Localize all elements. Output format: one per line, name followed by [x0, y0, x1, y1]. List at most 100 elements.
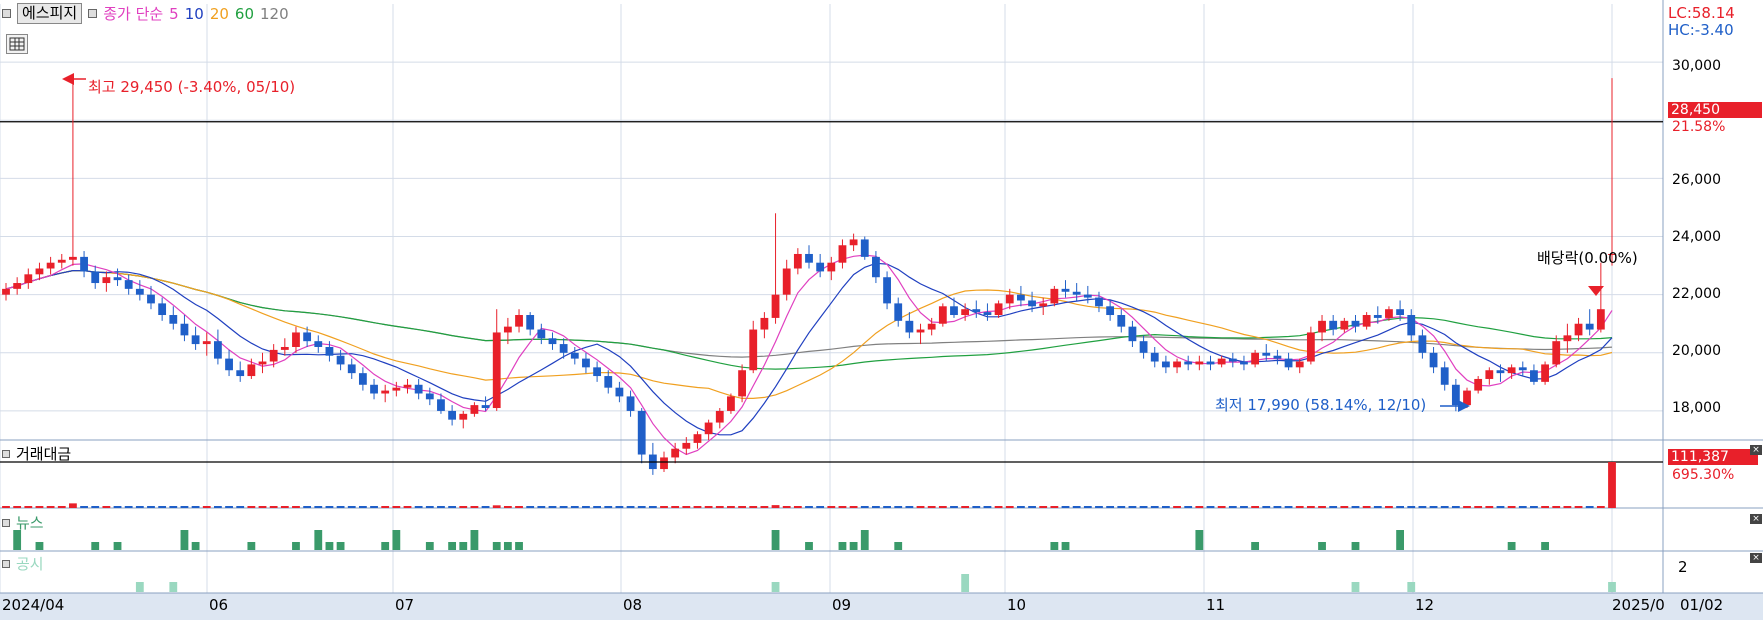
candle-body	[1585, 323, 1594, 330]
volume-bar	[392, 506, 401, 508]
volume-bar	[1251, 506, 1260, 508]
price-tick-30000: 30,000	[1672, 58, 1721, 74]
volume-bar	[325, 506, 334, 508]
volume-bar	[1061, 506, 1070, 508]
news-panel-close-icon[interactable]: ×	[1750, 514, 1762, 524]
volume-bar	[704, 506, 713, 508]
candle-body	[492, 332, 501, 409]
ma-period-5: 5	[169, 4, 179, 23]
volume-current-change: 695.30%	[1672, 467, 1735, 483]
x-label-11: 11	[1206, 596, 1226, 614]
volume-bar	[816, 506, 825, 508]
candle-body	[247, 364, 256, 377]
candle-body	[1407, 315, 1416, 336]
volume-bar	[158, 506, 167, 508]
candle-body	[1128, 326, 1137, 342]
volume-bar	[860, 506, 869, 508]
candle-body	[916, 329, 925, 333]
volume-bar	[604, 506, 613, 508]
grid-table-icon-shape	[9, 37, 25, 51]
volume-bar	[793, 506, 802, 508]
candle-body	[1429, 352, 1438, 368]
ma-period-120: 120	[260, 4, 289, 23]
volume-bar	[1195, 506, 1204, 508]
news-bar	[292, 542, 300, 550]
candle-body	[1596, 309, 1605, 330]
news-toggle-icon[interactable]	[2, 518, 10, 527]
disclosure-toggle-icon[interactable]	[2, 559, 10, 568]
candle-body	[314, 341, 323, 347]
volume-bar	[626, 506, 635, 508]
volume-bar	[1306, 506, 1315, 508]
candle-body	[213, 341, 222, 359]
low-annotation: 최저 17,990 (58.14%, 12/10)	[1215, 396, 1427, 414]
candle-body	[325, 346, 334, 356]
volume-bar	[515, 506, 523, 508]
legend-toggle-icon[interactable]	[2, 9, 11, 18]
volume-bar	[1496, 506, 1505, 508]
candle-body	[593, 367, 602, 377]
candle-body	[57, 259, 66, 263]
volume-bar	[113, 506, 122, 508]
volume-bar	[582, 506, 590, 508]
news-bar	[448, 542, 457, 550]
volume-toggle-icon[interactable]	[2, 449, 10, 458]
volume-bar	[905, 506, 914, 508]
news-bar	[180, 530, 189, 550]
volume-bar	[1474, 506, 1483, 508]
volume-bar	[69, 503, 77, 508]
volume-bar	[1117, 506, 1126, 508]
volume-bar	[258, 506, 267, 508]
news-bar	[849, 542, 858, 550]
volume-bar	[1016, 506, 1025, 508]
news-bar	[325, 542, 334, 550]
volume-bar	[147, 506, 155, 508]
news-bar	[470, 530, 479, 550]
candle-body	[1195, 361, 1204, 365]
candle-body	[1340, 320, 1349, 330]
news-bar	[838, 542, 847, 550]
candle-body	[905, 320, 914, 333]
candle-body	[570, 352, 579, 359]
volume-bar	[269, 506, 278, 508]
candle-body	[727, 396, 735, 411]
news-bar	[113, 542, 122, 550]
candle-body	[927, 323, 936, 330]
news-bar	[515, 542, 523, 550]
volume-bar	[1240, 506, 1248, 508]
volume-bar	[358, 506, 367, 508]
candle-body	[1329, 320, 1338, 330]
price-tick-18000: 18,000	[1672, 400, 1721, 416]
candle-body	[704, 422, 713, 435]
stock-name-button[interactable]: 에스피지	[17, 3, 83, 24]
candle-body	[1351, 320, 1360, 327]
volume-bar	[1284, 506, 1293, 508]
candle-body	[1173, 361, 1181, 368]
candle-body	[258, 361, 267, 365]
candle-body	[1095, 297, 1103, 307]
candle-body	[660, 457, 668, 470]
candle-body	[403, 384, 412, 388]
indicator-toggle-icon[interactable]	[88, 9, 98, 18]
candle-body	[158, 303, 167, 316]
candle-body	[526, 315, 535, 330]
volume-bar	[470, 506, 479, 508]
volume-panel-close-icon[interactable]: ×	[1750, 445, 1762, 455]
candle-body	[1072, 291, 1081, 295]
grid-table-icon[interactable]	[6, 34, 28, 54]
candle-body	[582, 358, 590, 368]
volume-bar	[80, 506, 88, 508]
candle-body	[1117, 315, 1126, 327]
disclosure-axis-tick: 2	[1678, 558, 1688, 576]
candle-body	[604, 376, 613, 388]
news-bar	[1507, 542, 1516, 550]
volume-bar	[1206, 506, 1215, 508]
disclosure-panel-close-icon[interactable]: ×	[1750, 553, 1762, 563]
candle-body	[1150, 352, 1159, 362]
volume-bar	[693, 506, 702, 508]
volume-bar	[938, 506, 947, 508]
candle-body	[169, 315, 178, 324]
candle-body	[1518, 367, 1527, 371]
x-label-08: 08	[623, 596, 643, 614]
lc-value: LC:58.14	[1668, 4, 1735, 22]
